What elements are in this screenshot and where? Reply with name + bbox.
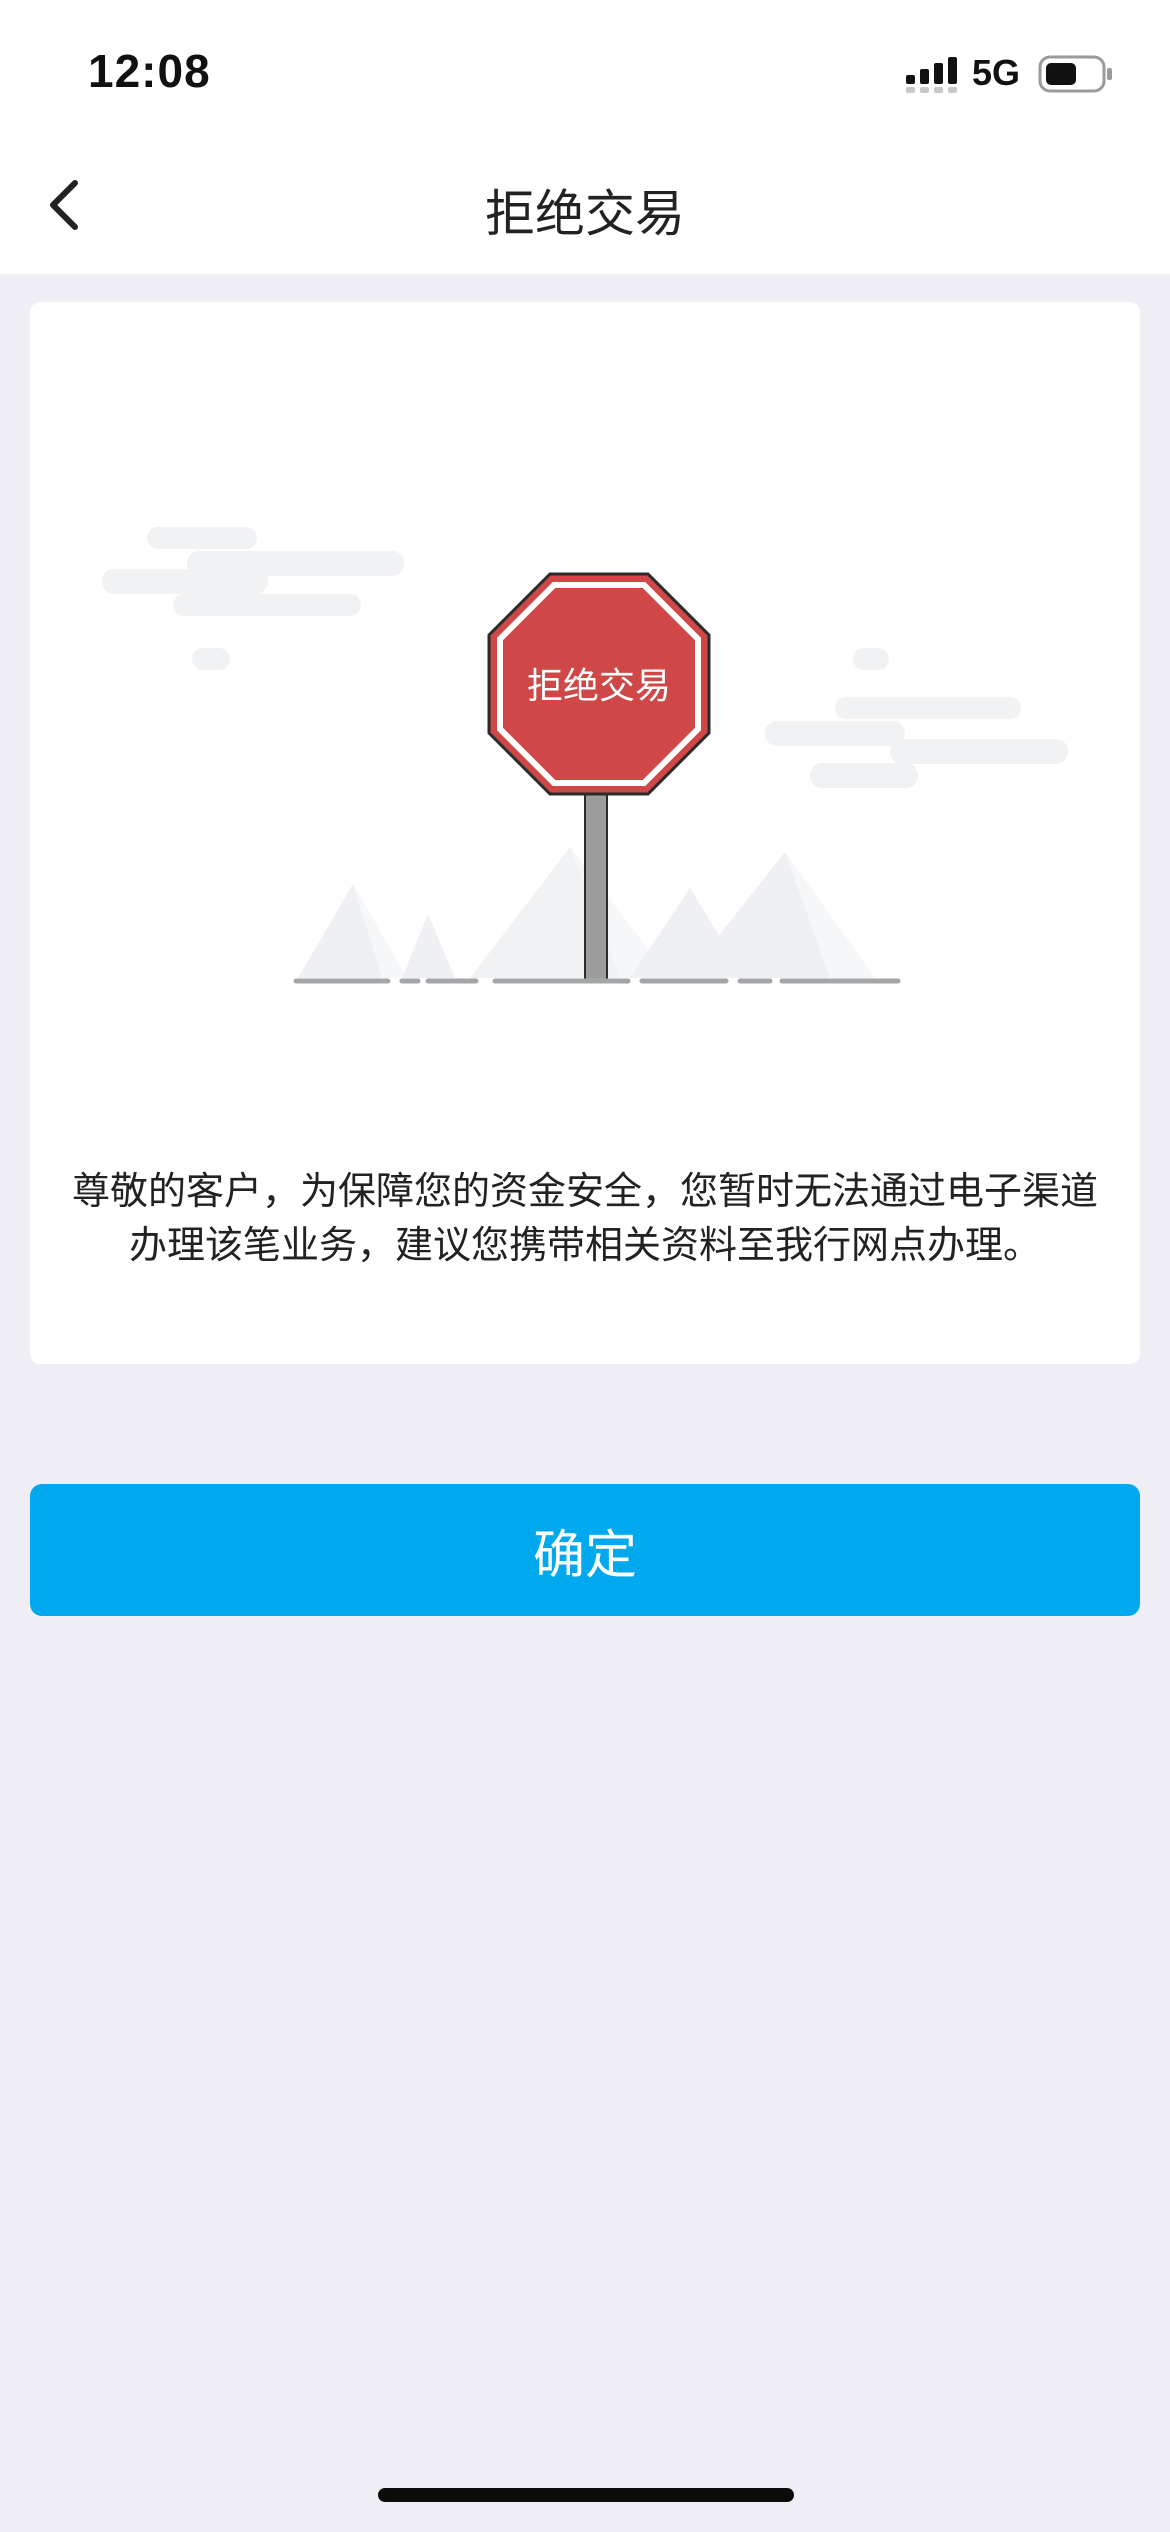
signal-bars-icon [906,57,957,93]
status-bar: 12:08 5G [0,0,1170,140]
message-line-1: 尊敬的客户，为保障您的资金安全，您暂时无法通过电子渠道 [71,1169,1098,1213]
confirm-button[interactable]: 确定 [30,1484,1140,1616]
cloud-left [102,527,404,670]
message-line-2: 办理该笔业务，建议您携带相关资料至我行网点办理。 [128,1223,1041,1267]
battery-icon [1038,55,1112,93]
status-time: 12:08 [88,45,211,97]
sign-pole [584,791,608,981]
cloud-right [765,648,1068,788]
stop-sign-illustration: 拒绝交易 [102,527,1068,984]
home-indicator[interactable] [378,2488,794,2502]
sign-text: 拒绝交易 [527,666,671,707]
navigation-bar: 拒绝交易 [0,140,1170,274]
rejection-message: 尊敬的客户，为保障您的资金安全，您暂时无法通过电子渠道 办理该笔业务，建议您携带… [60,1164,1110,1272]
content-card: 拒绝交易 尊敬的客户，为保障您的资金安全，您暂时无法通过电子渠道 办理该笔业务，… [30,302,1140,1364]
page-title: 拒绝交易 [485,185,685,243]
network-type: 5G [972,52,1021,93]
